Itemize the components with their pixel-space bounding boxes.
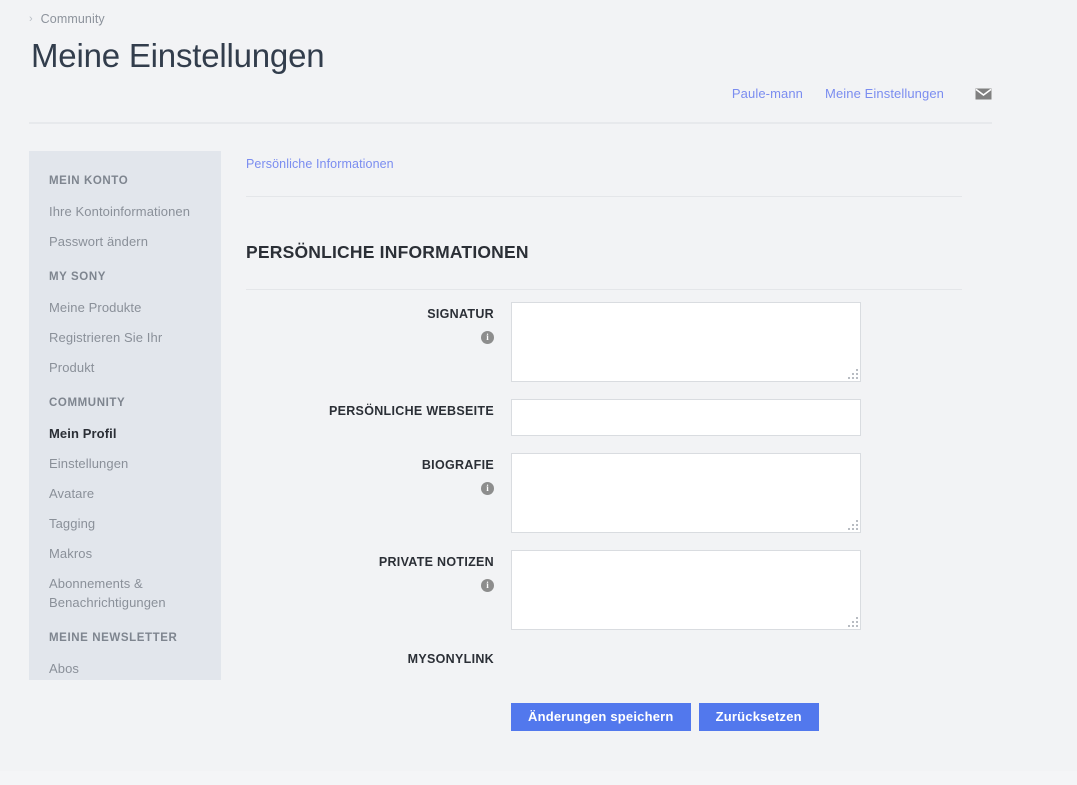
field-personal-website: PERSÖNLICHE WEBSEITE xyxy=(246,399,992,436)
content-tabs: Persönliche Informationen xyxy=(246,151,992,196)
field-label-signature: SIGNATUR xyxy=(246,306,494,322)
info-circle-icon[interactable]: i xyxy=(481,579,494,592)
chevron-right-icon: › xyxy=(29,14,33,25)
page-header-area: › Community Meine Einstellungen Paule-ma… xyxy=(29,0,992,77)
field-private-notes: PRIVATE NOTIZEN i xyxy=(246,550,992,630)
field-label-wrap-private-notes: PRIVATE NOTIZEN i xyxy=(246,550,511,593)
sidebar-heading-community: COMMUNITY xyxy=(29,397,221,409)
field-label-mysonylink: MYSONYLINK xyxy=(246,651,494,667)
field-signature: SIGNATUR i xyxy=(246,302,992,382)
field-control-signature xyxy=(511,302,861,382)
sidebar-group-meine-newsletter: MEINE NEWSLETTER Abos xyxy=(29,632,221,684)
page-root: › Community Meine Einstellungen Paule-ma… xyxy=(0,0,1077,785)
field-control-private-notes xyxy=(511,550,861,630)
sidebar-item-passwort-aendern[interactable]: Passwort ändern xyxy=(29,227,221,257)
sidebar-item-avatare[interactable]: Avatare xyxy=(29,479,221,509)
field-label-biography: BIOGRAFIE xyxy=(246,457,494,473)
field-label-private-notes: PRIVATE NOTIZEN xyxy=(246,554,494,570)
sidebar-heading-meine-newsletter: MEINE NEWSLETTER xyxy=(29,632,221,644)
field-mysonylink: MYSONYLINK xyxy=(246,647,992,667)
username-link[interactable]: Paule-mann xyxy=(732,86,803,101)
header-divider xyxy=(29,122,992,124)
sidebar-item-abonnements-benachrichtigungen[interactable]: Abonnements & Benachrichtigungen xyxy=(29,569,221,618)
field-label-wrap-signature: SIGNATUR i xyxy=(246,302,511,345)
field-label-personal-website: PERSÖNLICHE WEBSEITE xyxy=(246,403,494,419)
user-links-bar: Paule-mann Meine Einstellungen xyxy=(732,82,992,104)
sidebar-item-abos[interactable]: Abos xyxy=(29,654,221,684)
sidebar-item-tagging[interactable]: Tagging xyxy=(29,509,221,539)
envelope-icon[interactable] xyxy=(975,87,992,99)
field-control-personal-website xyxy=(511,399,861,436)
breadcrumb-item-community[interactable]: Community xyxy=(41,12,105,26)
tab-persoenliche-informationen[interactable]: Persönliche Informationen xyxy=(246,157,394,171)
personal-website-input[interactable] xyxy=(511,399,861,436)
form-actions: Änderungen speichern Zurücksetzen xyxy=(246,703,992,731)
my-settings-link[interactable]: Meine Einstellungen xyxy=(825,86,944,101)
sidebar-heading-my-sony: MY SONY xyxy=(29,271,221,283)
field-label-wrap-biography: BIOGRAFIE i xyxy=(246,453,511,496)
sidebar-item-einstellungen[interactable]: Einstellungen xyxy=(29,449,221,479)
sidebar-item-ihre-kontoinformationen[interactable]: Ihre Kontoinformationen xyxy=(29,197,221,227)
sidebar-item-meine-produkte[interactable]: Meine Produkte xyxy=(29,293,221,323)
save-button[interactable]: Änderungen speichern xyxy=(511,703,691,731)
main-content: Persönliche Informationen PERSÖNLICHE IN… xyxy=(246,151,992,731)
sidebar-item-makros[interactable]: Makros xyxy=(29,539,221,569)
content-divider-top xyxy=(246,196,962,197)
footer-band xyxy=(0,771,1077,785)
field-control-biography xyxy=(511,453,861,533)
breadcrumb: › Community xyxy=(29,0,992,24)
page-title: Meine Einstellungen xyxy=(31,35,992,77)
sidebar-item-registrieren-sie-ihr-produkt[interactable]: Registrieren Sie Ihr Produkt xyxy=(29,323,221,383)
sidebar-heading-mein-konto: MEIN KONTO xyxy=(29,175,221,187)
field-label-wrap-personal-website: PERSÖNLICHE WEBSEITE xyxy=(246,399,511,419)
sidebar-group-my-sony: MY SONY Meine Produkte Registrieren Sie … xyxy=(29,271,221,383)
field-biography: BIOGRAFIE i xyxy=(246,453,992,533)
field-label-wrap-mysonylink: MYSONYLINK xyxy=(246,647,511,667)
info-circle-icon[interactable]: i xyxy=(481,482,494,495)
signature-textarea[interactable] xyxy=(511,302,861,382)
info-circle-icon[interactable]: i xyxy=(481,331,494,344)
sidebar-item-mein-profil[interactable]: Mein Profil xyxy=(29,419,221,449)
private-notes-textarea[interactable] xyxy=(511,550,861,630)
personal-information-form: SIGNATUR i xyxy=(246,290,992,731)
biography-textarea[interactable] xyxy=(511,453,861,533)
sidebar-group-community: COMMUNITY Mein Profil Einstellungen Avat… xyxy=(29,397,221,618)
sidebar-group-mein-konto: MEIN KONTO Ihre Kontoinformationen Passw… xyxy=(29,175,221,257)
sidebar-nav: MEIN KONTO Ihre Kontoinformationen Passw… xyxy=(29,151,221,680)
reset-button[interactable]: Zurücksetzen xyxy=(699,703,819,731)
section-title: PERSÖNLICHE INFORMATIONEN xyxy=(246,212,992,275)
